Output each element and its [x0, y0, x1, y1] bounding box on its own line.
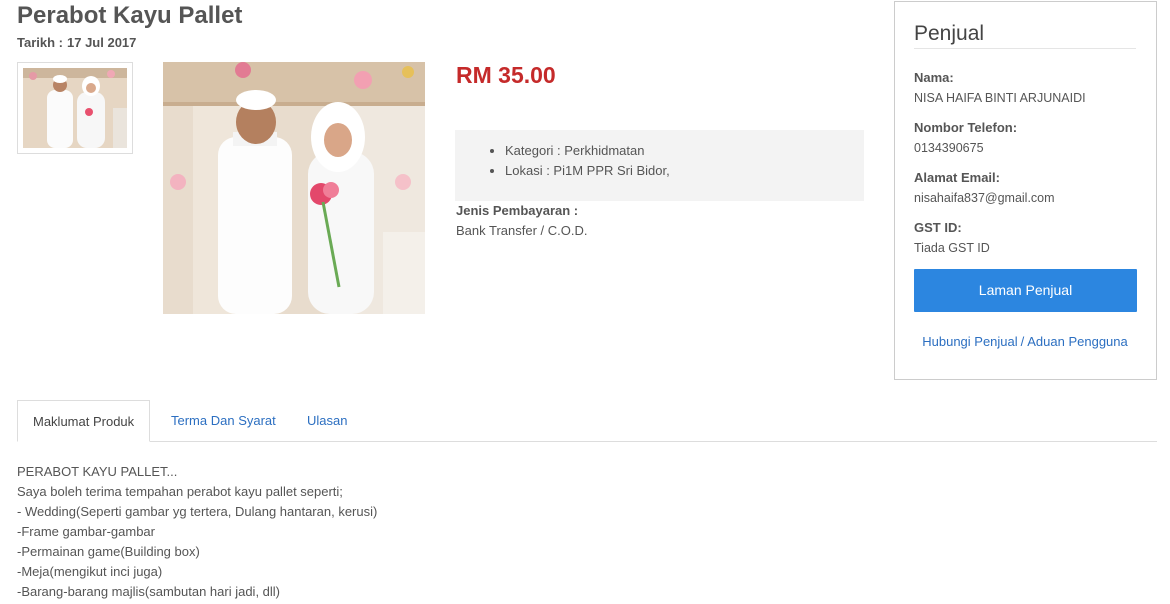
- product-description: PERABOT KAYU PALLET... Saya boleh terima…: [17, 462, 377, 602]
- product-price: RM 35.00: [456, 62, 556, 88]
- description-line: -Permainan game(Building box): [17, 544, 200, 559]
- seller-links: Hubungi Penjual / Aduan Pengguna: [914, 334, 1136, 349]
- tab-terms[interactable]: Terma Dan Syarat: [171, 400, 276, 442]
- seller-panel: Penjual Nama: NISA HAIFA BINTI ARJUNAIDI…: [894, 1, 1157, 380]
- product-thumbnail[interactable]: [17, 62, 133, 154]
- description-line: -Meja(mengikut inci juga): [17, 564, 163, 579]
- product-tabs: Maklumat Produk Terma Dan Syarat Ulasan: [17, 400, 1157, 442]
- seller-email-label: Alamat Email:: [914, 170, 1000, 185]
- detail-category: Kategori : Perkhidmatan: [505, 141, 864, 161]
- main-photo-image: [163, 62, 425, 314]
- contact-seller-link[interactable]: Hubungi Penjual: [922, 334, 1017, 349]
- product-details-list: Kategori : Perkhidmatan Lokasi : Pi1M PP…: [487, 141, 864, 181]
- payment-value: Bank Transfer / C.O.D.: [456, 223, 588, 238]
- seller-gst-label: GST ID:: [914, 220, 962, 235]
- description-line: Saya boleh terima tempahan perabot kayu …: [17, 484, 343, 499]
- product-main-photo[interactable]: [163, 62, 425, 314]
- link-separator: /: [1020, 334, 1025, 349]
- description-line: -Frame gambar-gambar: [17, 524, 155, 539]
- seller-heading: Penjual: [914, 22, 1136, 49]
- seller-phone-value: 0134390675: [914, 141, 984, 155]
- description-line: -Barang-barang majlis(sambutan hari jadi…: [17, 584, 281, 599]
- tab-reviews[interactable]: Ulasan: [307, 400, 347, 442]
- tab-product-info[interactable]: Maklumat Produk: [17, 400, 151, 442]
- thumbnail-photo: [23, 68, 127, 148]
- description-line: PERABOT KAYU PALLET...: [17, 464, 178, 479]
- payment-label: Jenis Pembayaran :: [456, 203, 579, 218]
- seller-email-value: nisahaifa837@gmail.com: [914, 191, 1055, 205]
- seller-phone-label: Nombor Telefon:: [914, 120, 1018, 135]
- seller-name-value: NISA HAIFA BINTI ARJUNAIDI: [914, 91, 1086, 105]
- date-value: 17 Jul 2017: [67, 35, 137, 50]
- seller-name-label: Nama:: [914, 70, 954, 85]
- seller-gst-value: Tiada GST ID: [914, 241, 990, 255]
- product-date: Tarikh : 17 Jul 2017: [17, 35, 136, 50]
- date-label: Tarikh :: [17, 35, 63, 50]
- seller-page-button[interactable]: Laman Penjual: [914, 269, 1137, 312]
- report-user-link[interactable]: Aduan Pengguna: [1027, 334, 1127, 349]
- product-title: Perabot Kayu Pallet: [17, 2, 243, 29]
- description-line: - Wedding(Seperti gambar yg tertera, Dul…: [17, 504, 378, 519]
- product-details-box: Kategori : Perkhidmatan Lokasi : Pi1M PP…: [455, 130, 864, 201]
- detail-location: Lokasi : Pi1M PPR Sri Bidor,: [505, 161, 864, 181]
